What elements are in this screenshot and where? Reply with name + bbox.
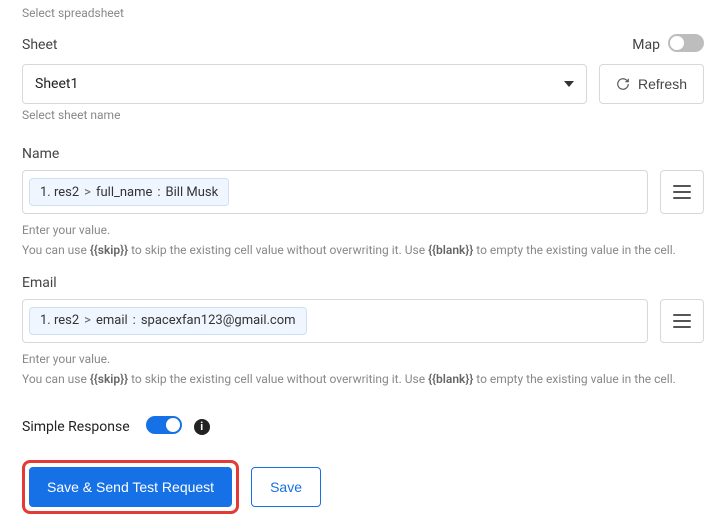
hamburger-icon xyxy=(673,314,691,328)
token-key: email xyxy=(96,313,128,328)
sheet-select-value: Sheet1 xyxy=(35,76,78,92)
chevron-down-icon xyxy=(564,81,574,87)
token-prefix: 1. res2 xyxy=(40,185,79,200)
hamburger-icon xyxy=(673,185,691,199)
token-key: full_name xyxy=(96,185,152,200)
token-value: spacexfan123@gmail.com xyxy=(141,313,296,328)
field-help: Enter your value.You can use {{skip}} to… xyxy=(22,220,704,261)
value-token[interactable]: 1. res2>full_name:Bill Musk xyxy=(29,178,229,206)
field-input[interactable]: 1. res2>full_name:Bill Musk xyxy=(22,170,648,214)
sheet-hint: Select sheet name xyxy=(22,108,587,122)
map-label: Map xyxy=(632,37,660,53)
field-input[interactable]: 1. res2>email:spacexfan123@gmail.com xyxy=(22,299,648,343)
info-icon[interactable]: i xyxy=(194,419,210,435)
field-menu-button[interactable] xyxy=(660,299,704,343)
value-token[interactable]: 1. res2>email:spacexfan123@gmail.com xyxy=(29,307,307,335)
field-help: Enter your value.You can use {{skip}} to… xyxy=(22,349,704,390)
token-separator: > xyxy=(84,185,91,200)
token-value: Bill Musk xyxy=(166,185,219,200)
token-separator: > xyxy=(84,313,91,328)
refresh-label: Refresh xyxy=(638,76,687,92)
highlight-frame: Save & Send Test Request xyxy=(22,460,239,514)
sheet-label: Sheet xyxy=(22,37,57,53)
refresh-button[interactable]: Refresh xyxy=(599,64,704,104)
refresh-icon xyxy=(616,77,630,91)
field-label: Email xyxy=(22,275,704,291)
token-prefix: 1. res2 xyxy=(40,313,79,328)
field-menu-button[interactable] xyxy=(660,170,704,214)
simple-response-label: Simple Response xyxy=(22,419,130,435)
map-toggle[interactable] xyxy=(668,34,704,56)
field-label: Name xyxy=(22,146,704,162)
sheet-select[interactable]: Sheet1 xyxy=(22,64,587,104)
simple-response-toggle[interactable] xyxy=(146,416,182,438)
select-spreadsheet-hint: Select spreadsheet xyxy=(22,6,704,20)
